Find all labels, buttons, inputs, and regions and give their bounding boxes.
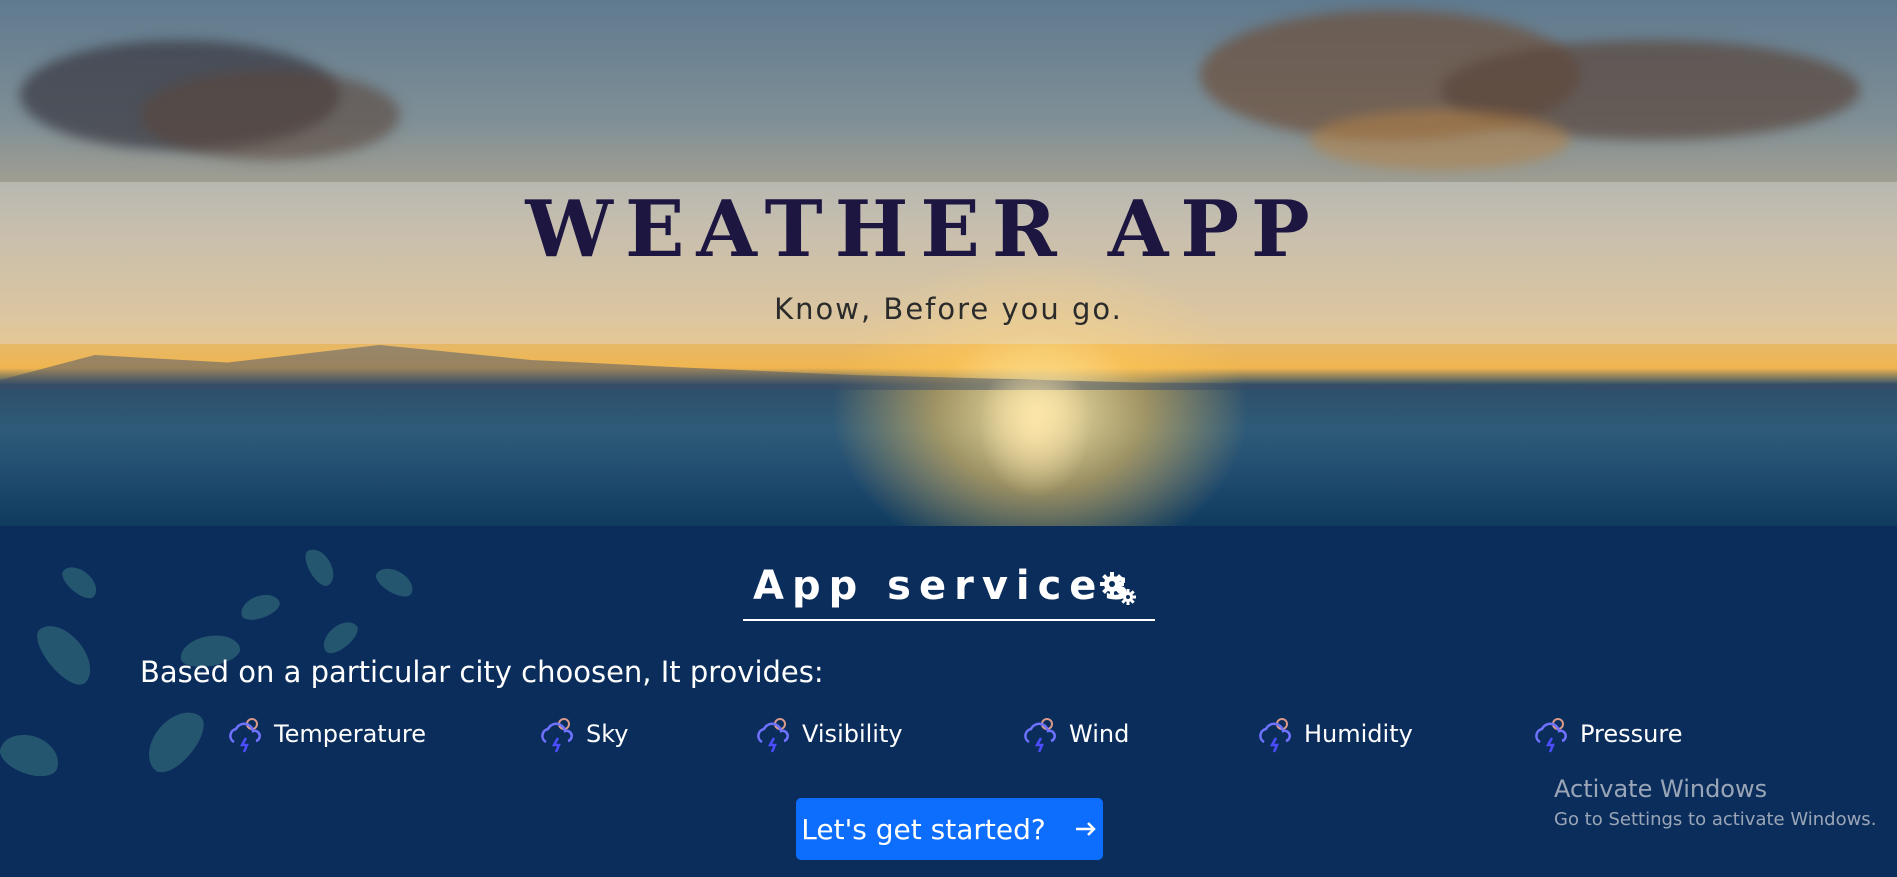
feature-pressure: Pressure bbox=[1532, 714, 1682, 754]
hero-title: WEATHER APP bbox=[525, 184, 1322, 275]
get-started-label: Let's get started? bbox=[801, 812, 1046, 846]
leaf-decoration bbox=[28, 615, 102, 693]
services-section: App services Based on a particular city … bbox=[0, 526, 1897, 877]
feature-label: Pressure bbox=[1580, 720, 1683, 748]
services-intro: Based on a particular city choosen, It p… bbox=[140, 655, 824, 689]
section-title: App services bbox=[753, 563, 1137, 609]
sun-reflection bbox=[960, 380, 1110, 526]
get-started-button[interactable]: Let's get started? bbox=[796, 798, 1103, 860]
weather-storm-icon bbox=[1259, 718, 1291, 753]
watermark-line2: Go to Settings to activate Windows. bbox=[1554, 809, 1877, 830]
leaf-decoration bbox=[300, 544, 340, 590]
weather-storm-icon bbox=[229, 718, 261, 753]
leaf-decoration bbox=[137, 701, 213, 781]
feature-wind: Wind bbox=[1021, 714, 1129, 754]
feature-visibility: Visibility bbox=[754, 714, 903, 754]
leaf-decoration bbox=[0, 726, 65, 784]
leaf-decoration bbox=[317, 615, 363, 659]
hero-subtitle: Know, Before you go. bbox=[774, 292, 1123, 326]
leaf-decoration bbox=[57, 560, 103, 604]
section-heading: App services bbox=[743, 561, 1155, 621]
feature-label: Visibility bbox=[802, 720, 903, 748]
arrow-right-icon bbox=[1075, 822, 1096, 836]
cloud-shape bbox=[1310, 110, 1570, 170]
feature-label: Sky bbox=[586, 720, 629, 748]
weather-storm-icon bbox=[541, 718, 573, 753]
feature-temperature: Temperature bbox=[226, 714, 426, 754]
leaf-decoration bbox=[372, 562, 418, 602]
feature-sky: Sky bbox=[538, 714, 628, 754]
weather-storm-icon bbox=[1024, 718, 1056, 753]
leaf-decoration bbox=[237, 589, 283, 625]
feature-label: Temperature bbox=[274, 720, 427, 748]
feature-label: Wind bbox=[1069, 720, 1130, 748]
gears-icon bbox=[1100, 572, 1136, 605]
weather-storm-icon bbox=[1535, 718, 1567, 753]
feature-humidity: Humidity bbox=[1256, 714, 1413, 754]
activate-windows-watermark: Activate Windows Go to Settings to activ… bbox=[1554, 775, 1876, 830]
feature-label: Humidity bbox=[1304, 720, 1413, 748]
watermark-line1: Activate Windows bbox=[1554, 775, 1768, 803]
cloud-shape bbox=[140, 70, 400, 160]
mountains-silhouette bbox=[0, 345, 1897, 390]
hero-banner: WEATHER APP Know, Before you go. bbox=[0, 0, 1897, 526]
weather-storm-icon bbox=[757, 718, 789, 753]
